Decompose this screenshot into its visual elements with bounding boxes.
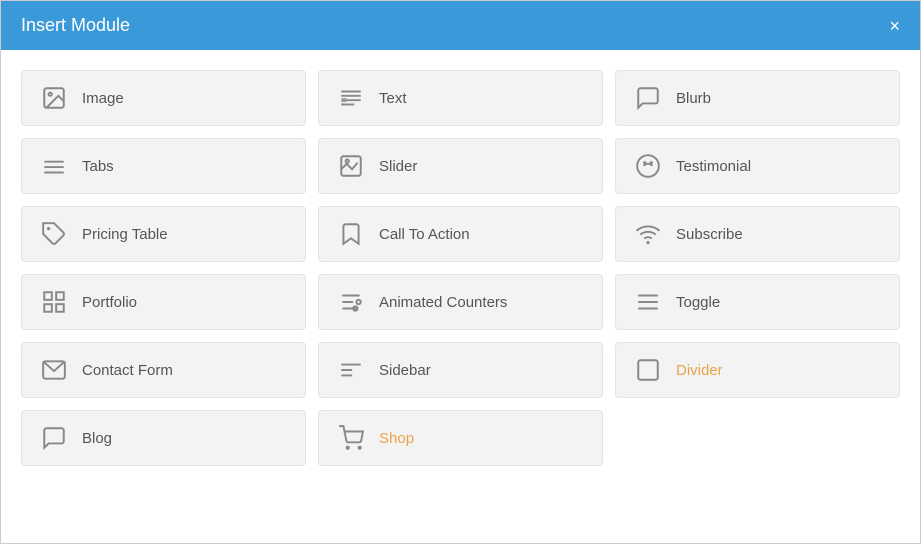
sidebar-icon <box>337 357 365 383</box>
module-item-subscribe[interactable]: Subscribe <box>615 206 900 262</box>
module-item-text[interactable]: ≡ Text <box>318 70 603 126</box>
contact-form-label: Contact Form <box>82 362 173 379</box>
module-item-slider[interactable]: Slider <box>318 138 603 194</box>
svg-text:≡: ≡ <box>341 95 347 106</box>
insert-module-modal: Insert Module × Image ≡ Text Blurb Tabs Slide… <box>0 0 921 544</box>
toggle-icon <box>634 289 662 315</box>
shop-icon <box>337 425 365 451</box>
divider-icon <box>634 357 662 383</box>
pricing-table-icon <box>40 221 68 247</box>
testimonial-label: Testimonial <box>676 158 751 175</box>
call-to-action-label: Call To Action <box>379 226 470 243</box>
module-item-shop[interactable]: Shop <box>318 410 603 466</box>
animated-counters-label: Animated Counters <box>379 294 507 311</box>
module-item-call-to-action[interactable]: Call To Action <box>318 206 603 262</box>
testimonial-icon <box>634 153 662 179</box>
subscribe-icon <box>634 221 662 247</box>
toggle-label: Toggle <box>676 294 720 311</box>
module-item-blurb[interactable]: Blurb <box>615 70 900 126</box>
portfolio-icon <box>40 289 68 315</box>
modal-header: Insert Module × <box>1 1 920 50</box>
slider-icon <box>337 153 365 179</box>
sidebar-label: Sidebar <box>379 362 431 379</box>
close-button[interactable]: × <box>889 17 900 35</box>
blurb-icon <box>634 85 662 111</box>
module-item-image[interactable]: Image <box>21 70 306 126</box>
text-icon: ≡ <box>337 85 365 111</box>
shop-label: Shop <box>379 430 414 447</box>
divider-label: Divider <box>676 362 723 379</box>
slider-label: Slider <box>379 158 417 175</box>
blog-label: Blog <box>82 430 112 447</box>
module-item-sidebar[interactable]: Sidebar <box>318 342 603 398</box>
portfolio-label: Portfolio <box>82 294 137 311</box>
module-item-blog[interactable]: Blog <box>21 410 306 466</box>
module-item-testimonial[interactable]: Testimonial <box>615 138 900 194</box>
module-item-portfolio[interactable]: Portfolio <box>21 274 306 330</box>
animated-counters-icon <box>337 289 365 315</box>
blurb-label: Blurb <box>676 90 711 107</box>
tabs-label: Tabs <box>82 158 114 175</box>
call-to-action-icon <box>337 221 365 247</box>
module-item-pricing-table[interactable]: Pricing Table <box>21 206 306 262</box>
image-icon <box>40 85 68 111</box>
contact-form-icon <box>40 357 68 383</box>
modal-title: Insert Module <box>21 15 130 36</box>
module-grid: Image ≡ Text Blurb Tabs Slider Testimonial Pric… <box>1 50 920 476</box>
image-label: Image <box>82 90 124 107</box>
module-item-contact-form[interactable]: Contact Form <box>21 342 306 398</box>
module-item-toggle[interactable]: Toggle <box>615 274 900 330</box>
pricing-table-label: Pricing Table <box>82 226 168 243</box>
text-label: Text <box>379 90 407 107</box>
module-item-tabs[interactable]: Tabs <box>21 138 306 194</box>
blog-icon <box>40 425 68 451</box>
module-item-animated-counters[interactable]: Animated Counters <box>318 274 603 330</box>
subscribe-label: Subscribe <box>676 226 743 243</box>
module-item-divider[interactable]: Divider <box>615 342 900 398</box>
tabs-icon <box>40 153 68 179</box>
